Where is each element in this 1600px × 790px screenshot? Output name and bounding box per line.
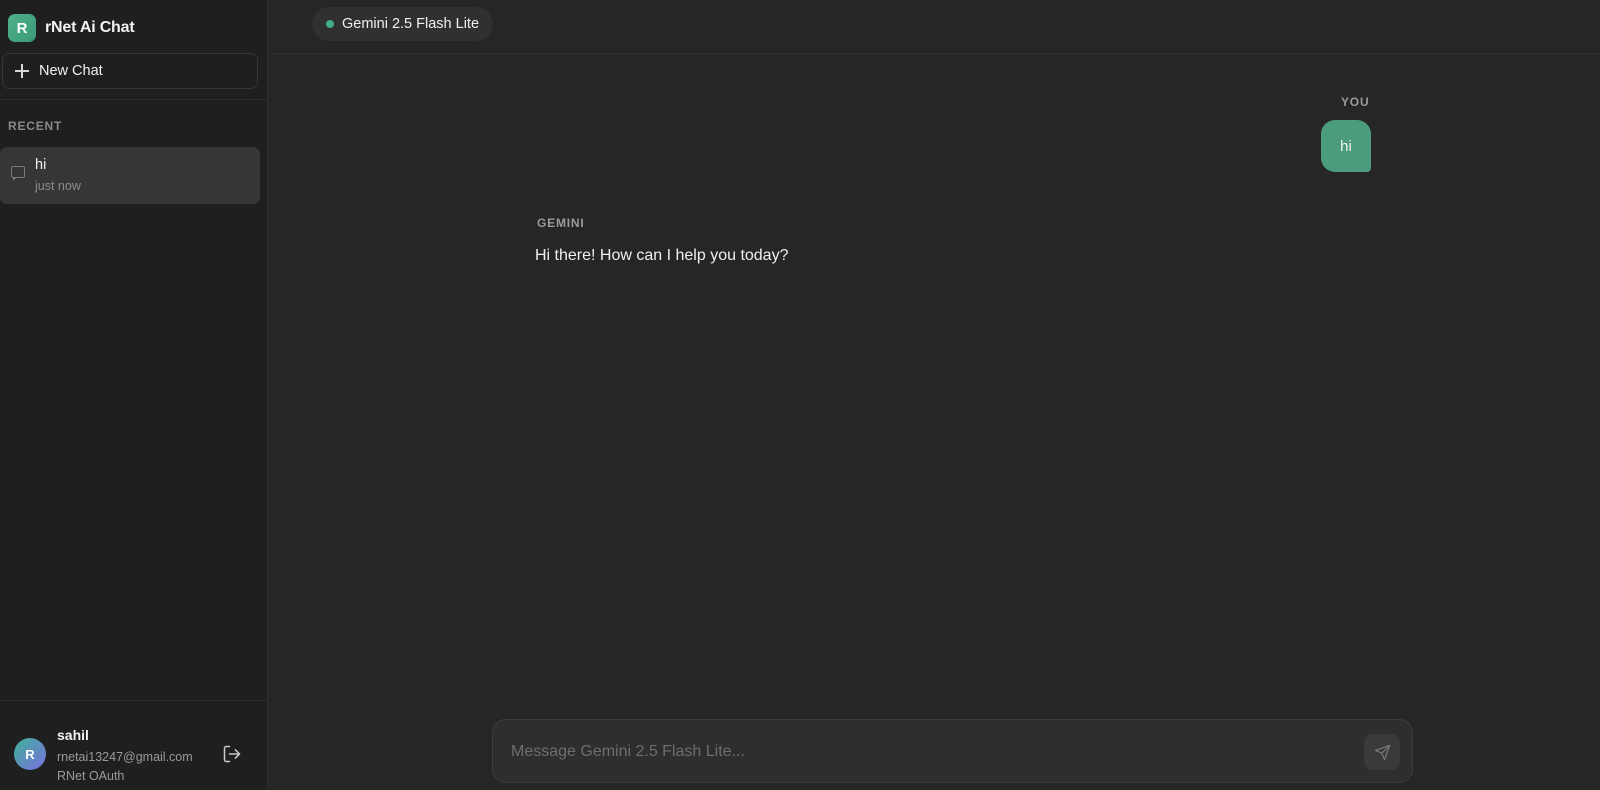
app-title: rNet Ai Chat <box>45 19 135 36</box>
assistant-message-label: GEMINI <box>537 216 585 230</box>
new-chat-button[interactable]: New Chat <box>2 53 258 89</box>
new-chat-label: New Chat <box>39 63 103 79</box>
sidebar-bottom-divider <box>0 700 268 701</box>
user-email: rnetai13247@gmail.com <box>57 750 193 764</box>
sidebar: R rNet Ai Chat New Chat RECENT hi just n… <box>0 0 268 790</box>
recent-chat-item[interactable]: hi just now <box>0 147 260 204</box>
app-root: R rNet Ai Chat New Chat RECENT hi just n… <box>0 0 1600 790</box>
brand-logo: R <box>8 14 36 42</box>
user-auth-provider: RNet OAuth <box>57 769 125 783</box>
message-square-icon <box>11 166 25 181</box>
sidebar-divider <box>0 99 268 100</box>
brand: R rNet Ai Chat <box>8 14 135 42</box>
user-name: sahil <box>57 727 89 743</box>
plus-icon <box>15 64 29 78</box>
avatar[interactable]: R <box>14 738 46 770</box>
model-status-dot <box>326 20 334 28</box>
model-name: Gemini 2.5 Flash Lite <box>342 16 480 32</box>
send-button[interactable] <box>1364 734 1400 770</box>
user-message-bubble: hi <box>1321 120 1371 172</box>
recent-section-label: RECENT <box>8 119 63 133</box>
user-message-label: YOU <box>1341 95 1370 109</box>
model-selector[interactable]: Gemini 2.5 Flash Lite <box>312 7 494 41</box>
chat-item-time: just now <box>35 179 81 193</box>
message-composer <box>492 719 1413 783</box>
top-bar: Gemini 2.5 Flash Lite <box>269 0 1600 54</box>
message-input[interactable] <box>511 740 1331 764</box>
send-icon <box>1374 744 1390 760</box>
chat-item-title: hi <box>35 157 47 173</box>
log-out-icon[interactable] <box>222 744 242 764</box>
assistant-message: Hi there! How can I help you today? <box>535 247 789 264</box>
